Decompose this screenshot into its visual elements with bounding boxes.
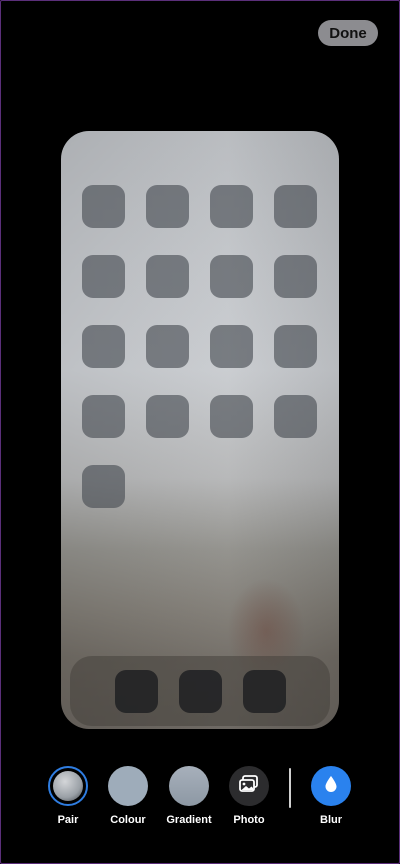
app-placeholder xyxy=(274,325,317,368)
app-placeholder xyxy=(82,255,125,298)
app-placeholder xyxy=(210,325,253,368)
dock xyxy=(70,656,330,726)
home-screen-preview xyxy=(61,131,339,729)
photo-circle xyxy=(229,766,269,806)
water-drop-icon xyxy=(324,775,338,798)
app-placeholder xyxy=(146,255,189,298)
app-placeholder xyxy=(146,185,189,228)
photo-label: Photo xyxy=(233,814,265,826)
selected-ring xyxy=(48,766,88,806)
photo-gallery-icon xyxy=(239,774,259,798)
blur-label: Blur xyxy=(320,814,342,826)
dock-app-placeholder xyxy=(178,669,222,713)
blur-toggle[interactable]: Blur xyxy=(296,766,366,826)
dock-app-placeholder xyxy=(114,669,158,713)
pair-swatch xyxy=(53,771,83,801)
app-placeholder xyxy=(274,255,317,298)
app-placeholder xyxy=(210,185,253,228)
gradient-label: Gradient xyxy=(166,814,212,826)
app-placeholder xyxy=(210,255,253,298)
toolbar-divider xyxy=(289,768,291,808)
colour-swatch xyxy=(108,766,148,806)
gradient-swatch xyxy=(169,766,209,806)
app-placeholder xyxy=(274,395,317,438)
app-placeholder xyxy=(274,185,317,228)
app-placeholder xyxy=(82,325,125,368)
photo-option[interactable]: Photo xyxy=(214,766,284,826)
wallpaper-style-toolbar: Pair Colour Gradient Photo Blur xyxy=(0,766,400,836)
pair-label: Pair xyxy=(57,814,79,826)
app-placeholder xyxy=(82,465,125,508)
done-button[interactable]: Done xyxy=(318,20,378,46)
app-placeholder xyxy=(82,395,125,438)
app-grid xyxy=(82,185,318,508)
app-placeholder xyxy=(146,325,189,368)
dock-app-placeholder xyxy=(242,669,286,713)
colour-label: Colour xyxy=(110,814,146,826)
app-placeholder xyxy=(82,185,125,228)
blur-circle xyxy=(311,766,351,806)
colour-option[interactable]: Colour xyxy=(93,766,163,826)
app-placeholder xyxy=(210,395,253,438)
app-placeholder xyxy=(146,395,189,438)
